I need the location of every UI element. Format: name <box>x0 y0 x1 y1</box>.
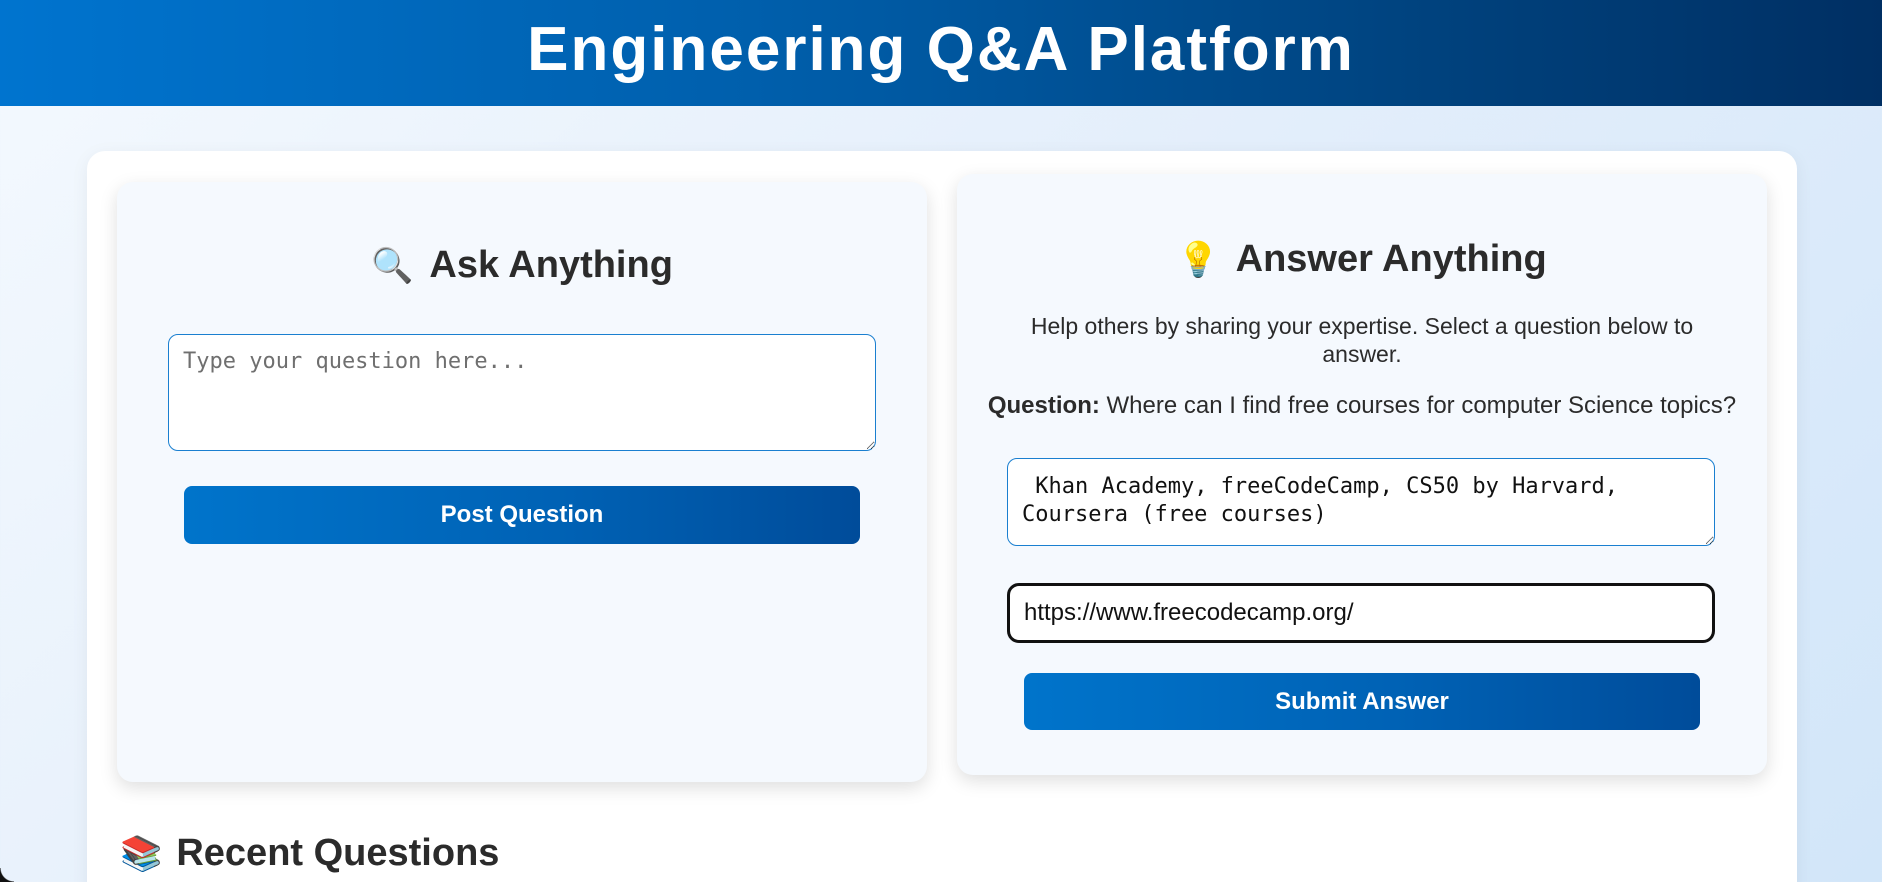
ask-card: 🔍 Ask Anything Post Question <box>117 182 927 782</box>
answer-card: 💡 Answer Anything Help others by sharing… <box>957 174 1767 775</box>
reference-link-input[interactable] <box>1007 583 1715 643</box>
recent-questions-label: Recent Questions <box>176 832 500 874</box>
post-question-button[interactable]: Post Question <box>184 486 860 544</box>
question-text: Where can I find free courses for comput… <box>1106 392 1737 419</box>
recent-questions-heading: 📚 Recent Questions <box>120 832 499 875</box>
books-icon: 📚 <box>120 834 163 873</box>
selected-question: Question: Where can I find free courses … <box>957 392 1767 420</box>
answer-help-text: Help others by sharing your expertise. S… <box>1030 313 1694 367</box>
question-label: Question: <box>987 392 1100 419</box>
answer-heading-label: Answer Anything <box>1235 238 1547 280</box>
magnifier-icon: 🔍 <box>371 246 414 285</box>
ask-heading-label: Ask Anything <box>429 244 673 286</box>
lightbulb-icon: 💡 <box>1177 240 1220 279</box>
answer-input[interactable]: Khan Academy, freeCodeCamp, CS50 by Harv… <box>1007 458 1715 546</box>
site-header: Engineering Q&A Platform <box>0 0 1882 106</box>
ask-heading: 🔍 Ask Anything <box>117 244 927 287</box>
answer-heading: 💡 Answer Anything <box>957 238 1767 281</box>
submit-answer-button[interactable]: Submit Answer <box>1024 673 1700 730</box>
site-title: Engineering Q&A Platform <box>527 14 1355 84</box>
window-corner <box>0 868 14 882</box>
question-input[interactable] <box>168 334 876 451</box>
